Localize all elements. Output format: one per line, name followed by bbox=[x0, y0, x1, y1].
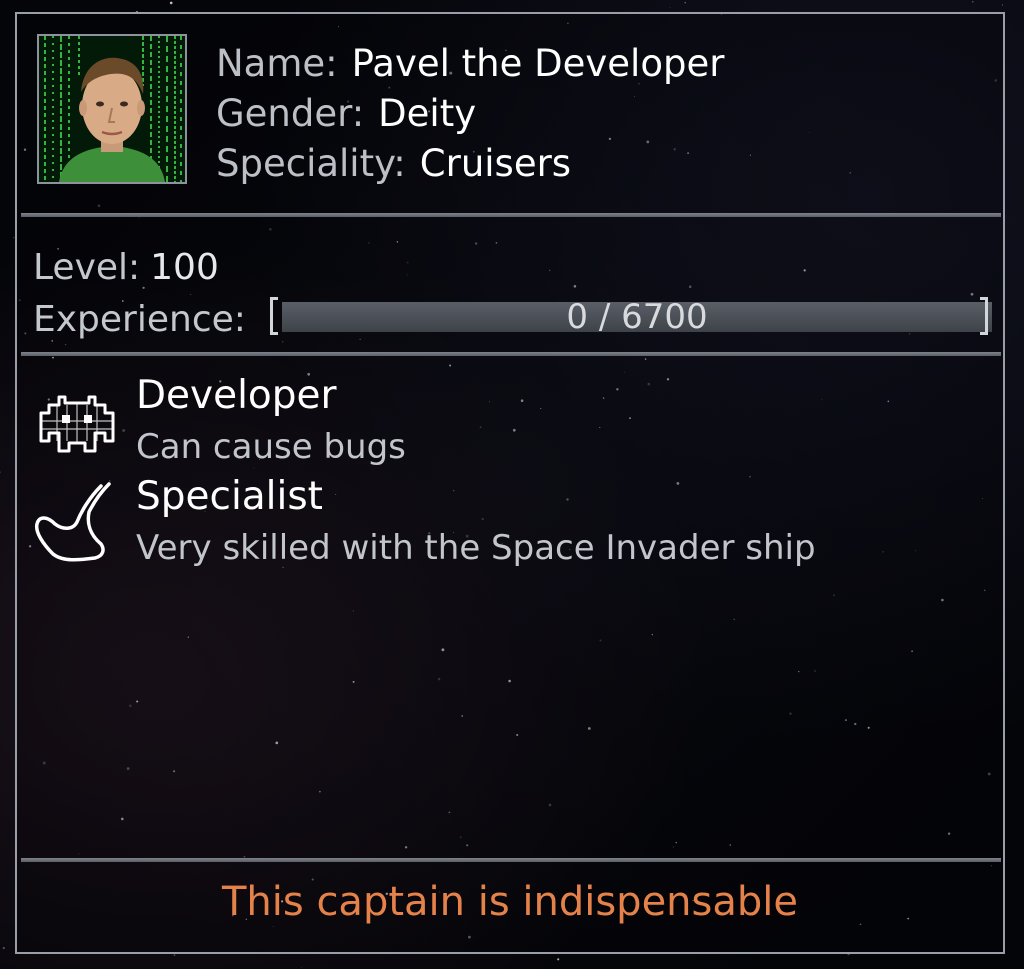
speciality-label: Speciality: bbox=[216, 142, 406, 185]
captain-portrait bbox=[37, 34, 187, 184]
star bbox=[169, 1, 173, 5]
star bbox=[1001, 4, 1004, 6]
speciality-value: Cruisers bbox=[419, 142, 572, 185]
star bbox=[0, 471, 1, 473]
trait-description: Can cause bugs bbox=[136, 427, 406, 467]
name-row: Name: Pavel the Developer bbox=[216, 39, 724, 89]
star bbox=[669, 7, 671, 8]
experience-bracket-left bbox=[270, 297, 278, 335]
experience-bar: 0 / 6700 bbox=[282, 297, 992, 337]
experience-bracket-right bbox=[980, 297, 988, 335]
level-label: Level: bbox=[33, 247, 141, 288]
experience-row: Experience: bbox=[33, 294, 246, 346]
star bbox=[301, 967, 302, 969]
game-screen: Name: Pavel the Developer Gender: Deity Sp… bbox=[0, 0, 1024, 969]
indispensable-status: This captain is indispensable bbox=[221, 879, 798, 925]
level-value: 100 bbox=[150, 247, 219, 288]
captain-stats: Level: 100 Experience: bbox=[33, 242, 246, 346]
trait-description: Very skilled with the Space Invader ship bbox=[136, 528, 816, 568]
developer-portrait bbox=[39, 36, 185, 182]
gender-row: Gender: Deity bbox=[216, 89, 724, 139]
pointing-hand-icon bbox=[34, 482, 111, 562]
experience-value: 0 / 6700 bbox=[566, 297, 708, 337]
star bbox=[173, 954, 176, 956]
name-value: Pavel the Developer bbox=[351, 42, 725, 85]
star bbox=[684, 2, 686, 4]
trait-title: Specialist bbox=[136, 474, 323, 519]
divider bbox=[21, 858, 1001, 862]
level-row: Level: 100 bbox=[33, 242, 246, 294]
divider bbox=[21, 213, 1001, 217]
divider bbox=[21, 352, 1001, 356]
captain-info-panel: Name: Pavel the Developer Gender: Deity Sp… bbox=[15, 12, 1005, 954]
captain-identity: Name: Pavel the Developer Gender: Deity Sp… bbox=[216, 39, 724, 189]
name-label: Name: bbox=[216, 42, 338, 85]
gender-label: Gender: bbox=[216, 92, 365, 135]
gender-value: Deity bbox=[378, 92, 477, 135]
speciality-row: Speciality: Cruisers bbox=[216, 139, 724, 189]
space-invader-icon bbox=[39, 395, 115, 453]
star bbox=[557, 958, 560, 961]
trait-title: Developer bbox=[136, 373, 337, 418]
star bbox=[972, 1, 974, 3]
experience-label: Experience: bbox=[33, 299, 246, 340]
star bbox=[2, 947, 5, 950]
